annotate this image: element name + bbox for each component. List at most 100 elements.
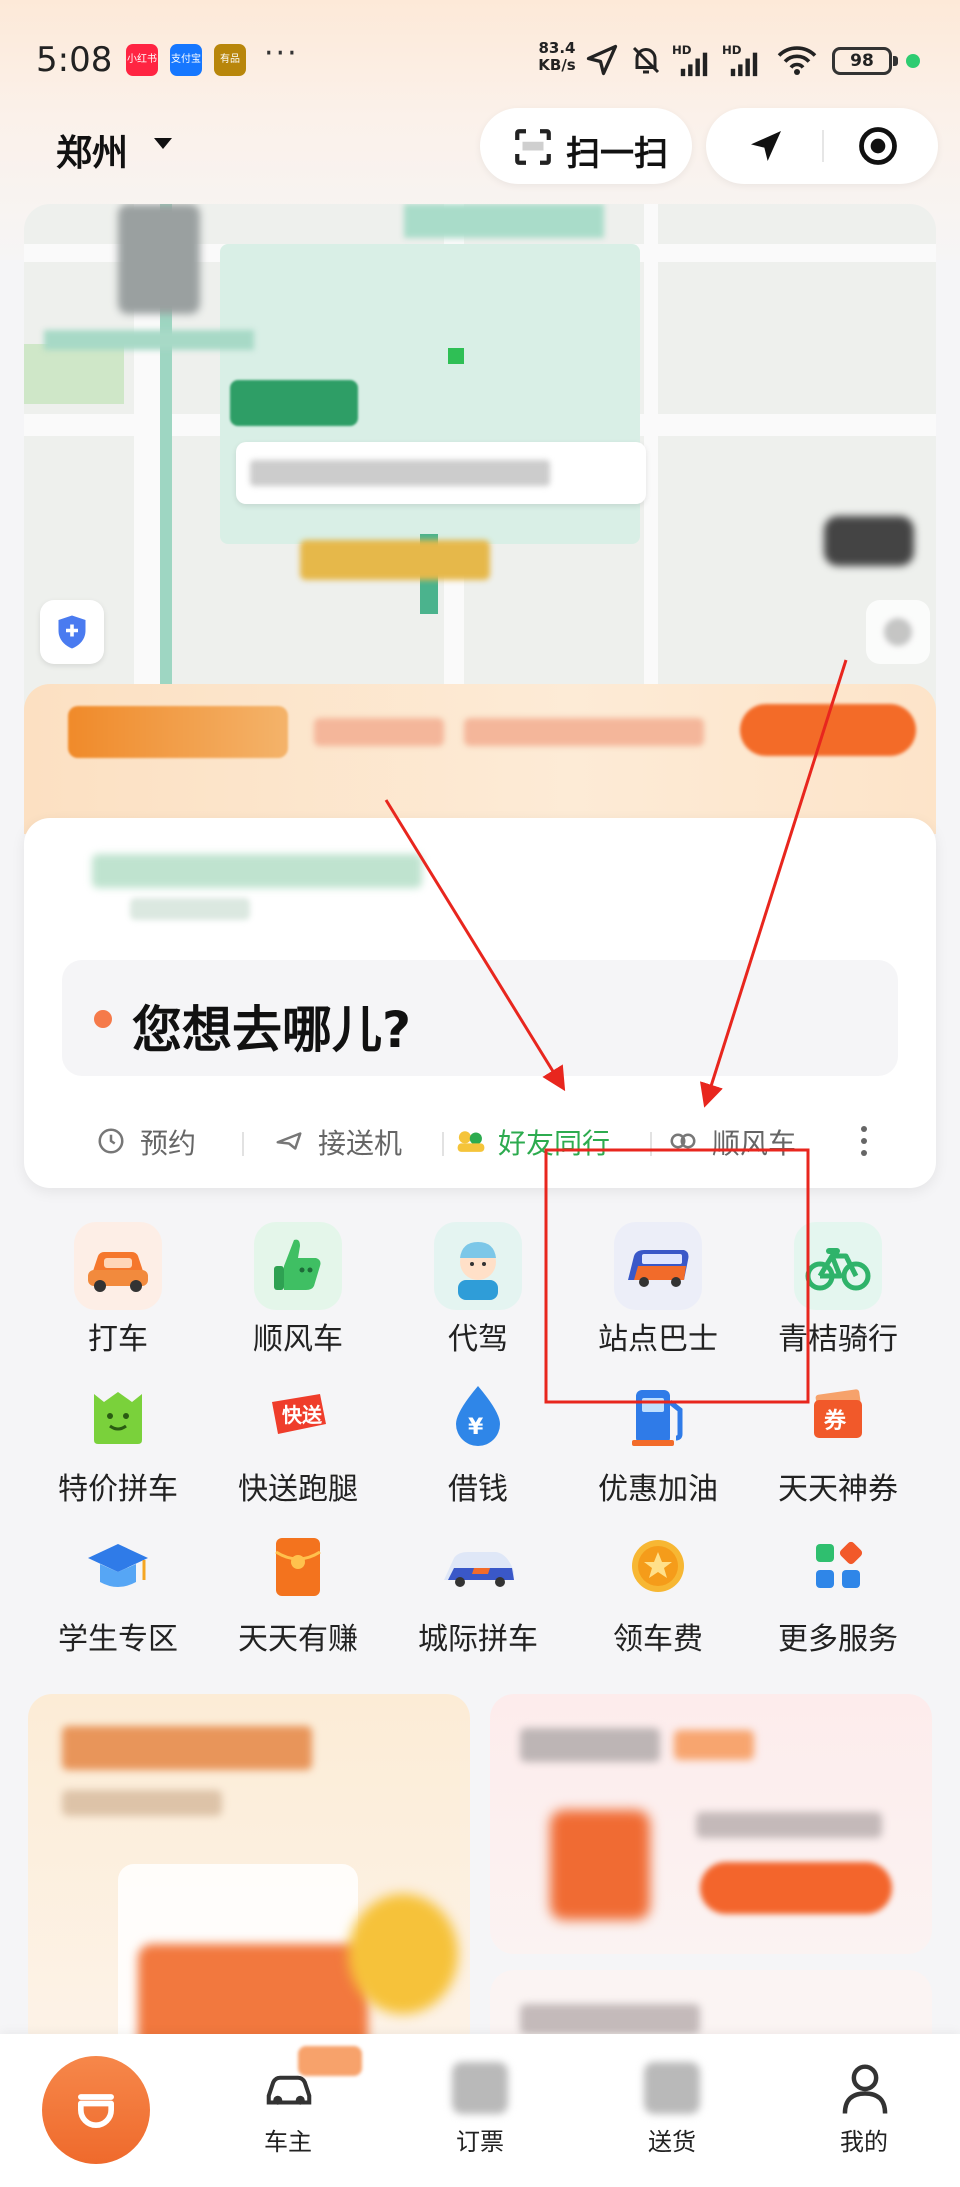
service-claim-fare[interactable]: 领车费 bbox=[568, 1522, 748, 1662]
signal-hd-icon: HD bbox=[672, 43, 708, 77]
promo-card-left[interactable] bbox=[28, 1694, 470, 2054]
divider bbox=[242, 1132, 244, 1156]
target-icon[interactable] bbox=[856, 124, 900, 168]
didi-logo-blur bbox=[68, 706, 288, 758]
service-label: 青桔骑行 bbox=[778, 1322, 898, 1357]
status-bar: 5:08 小红书 支付宝 有品 ··· 83.4 KB/s HD HD 98 bbox=[0, 30, 960, 90]
star-coin-icon bbox=[614, 1522, 702, 1610]
didi-home-icon[interactable] bbox=[42, 2056, 150, 2164]
tab-car-owner[interactable]: 车主 bbox=[218, 2056, 358, 2176]
header-actions bbox=[706, 108, 938, 184]
service-label: 学生专区 bbox=[58, 1622, 178, 1657]
alipay-badge-icon: 支付宝 bbox=[170, 44, 202, 76]
destination-dot-icon bbox=[94, 1010, 112, 1028]
service-label: 优惠加油 bbox=[598, 1472, 718, 1507]
service-label: 打车 bbox=[88, 1322, 148, 1357]
mute-bell-icon bbox=[632, 46, 660, 74]
pickup-marker[interactable] bbox=[230, 380, 358, 426]
map-view[interactable] bbox=[24, 204, 936, 724]
service-label: 代驾 bbox=[448, 1322, 508, 1357]
signal-hd-icon: HD bbox=[722, 43, 758, 77]
destination-search[interactable]: 您想去哪儿? bbox=[62, 960, 898, 1076]
pickup-sub-blur bbox=[130, 898, 250, 920]
service-express-delivery[interactable]: 快送 快送跑腿 bbox=[208, 1372, 388, 1512]
tab-me[interactable]: 我的 bbox=[794, 2056, 934, 2176]
promo-banner[interactable] bbox=[24, 684, 936, 834]
car-owner-icon bbox=[266, 2075, 312, 2105]
safety-button[interactable] bbox=[40, 600, 104, 664]
promo-text-blur bbox=[314, 718, 444, 746]
city-selector[interactable]: 郑州 bbox=[56, 124, 128, 176]
bicycle-icon bbox=[794, 1222, 882, 1310]
scan-label: 扫一扫 bbox=[566, 134, 668, 174]
map-road bbox=[644, 204, 658, 724]
option-label: 顺风车 bbox=[712, 1127, 797, 1160]
svg-text:HD: HD bbox=[672, 43, 692, 57]
card-sub-blur bbox=[62, 1790, 222, 1816]
thumbs-up-icon bbox=[254, 1222, 342, 1310]
card-title-blur bbox=[520, 1728, 660, 1762]
tab-delivery[interactable]: 送货 bbox=[602, 2056, 742, 2176]
fuel-pump-icon bbox=[614, 1372, 702, 1460]
service-label: 更多服务 bbox=[778, 1622, 898, 1657]
layer-icon bbox=[884, 618, 912, 646]
pickup-location-blur[interactable] bbox=[92, 854, 422, 888]
tab-label: 车主 bbox=[264, 2128, 312, 2156]
promo-claim-button[interactable] bbox=[740, 704, 916, 756]
service-label: 借钱 bbox=[448, 1472, 508, 1507]
divider bbox=[442, 1132, 444, 1156]
address-blur bbox=[250, 460, 550, 486]
destination-card: 您想去哪儿? 预约 接送机 好友同行 顺风车 bbox=[24, 818, 936, 1188]
card-button-blur[interactable] bbox=[700, 1862, 892, 1914]
promo-card-right[interactable] bbox=[490, 1694, 932, 1954]
status-more-dots: ··· bbox=[264, 36, 299, 71]
more-options-icon[interactable] bbox=[860, 1126, 868, 1162]
coupon-icon: 券 bbox=[794, 1372, 882, 1460]
bus-icon bbox=[614, 1222, 702, 1310]
divider bbox=[822, 130, 824, 162]
map-label-blur bbox=[44, 330, 254, 350]
youpin-badge-icon: 有品 bbox=[214, 44, 246, 76]
option-label: 好友同行 bbox=[498, 1127, 611, 1160]
service-loan[interactable]: ¥ 借钱 bbox=[388, 1372, 568, 1512]
scan-button[interactable]: 扫一扫 bbox=[480, 108, 692, 184]
map-poi-blur bbox=[300, 540, 490, 580]
service-fuel[interactable]: 优惠加油 bbox=[568, 1372, 748, 1512]
card-tag-blur bbox=[674, 1730, 754, 1760]
service-bike[interactable]: 青桔骑行 bbox=[748, 1222, 928, 1362]
map-car-icon bbox=[118, 204, 200, 314]
svg-text:HD: HD bbox=[722, 43, 742, 57]
truck-icon bbox=[644, 2062, 700, 2114]
svg-text:快送: 快送 bbox=[282, 1403, 323, 1427]
tab-tickets[interactable]: 订票 bbox=[410, 2056, 550, 2176]
divider bbox=[650, 1132, 652, 1156]
taxi-car-icon bbox=[74, 1222, 162, 1310]
service-student[interactable]: 学生专区 bbox=[28, 1522, 208, 1662]
caret-down-icon[interactable] bbox=[154, 138, 172, 149]
map-layer-button[interactable] bbox=[866, 600, 930, 664]
service-label: 特价拼车 bbox=[58, 1472, 178, 1507]
navigation-arrow-icon[interactable] bbox=[746, 126, 786, 166]
status-time: 5:08 bbox=[36, 40, 113, 80]
map-park bbox=[24, 344, 124, 404]
xiaohongshu-badge-icon: 小红书 bbox=[126, 44, 158, 76]
service-more[interactable]: 更多服务 bbox=[748, 1522, 928, 1662]
grid-more-icon bbox=[794, 1522, 882, 1610]
pickup-address-bubble[interactable] bbox=[236, 442, 646, 504]
card-image-blur bbox=[550, 1810, 650, 1920]
service-designated-driver[interactable]: 代驾 bbox=[388, 1222, 568, 1362]
ride-options-row: 预约 接送机 好友同行 顺风车 bbox=[24, 1114, 936, 1170]
service-taxi[interactable]: 打车 bbox=[28, 1222, 208, 1362]
intercity-car-icon bbox=[434, 1522, 522, 1610]
service-daily-earn[interactable]: 天天有赚 bbox=[208, 1522, 388, 1662]
charging-dot bbox=[906, 54, 920, 68]
service-discount-carpool[interactable]: 特价拼车 bbox=[28, 1372, 208, 1512]
service-coupons[interactable]: 券 天天神券 bbox=[748, 1372, 928, 1512]
red-envelope-icon bbox=[254, 1522, 342, 1610]
hitch-icon bbox=[670, 1133, 696, 1149]
service-hitch[interactable]: 顺风车 bbox=[208, 1222, 388, 1362]
service-intercity[interactable]: 城际拼车 bbox=[388, 1522, 568, 1662]
service-station-bus[interactable]: 站点巴士 bbox=[568, 1222, 748, 1362]
svg-text:券: 券 bbox=[823, 1408, 847, 1434]
service-label: 快送跑腿 bbox=[238, 1472, 358, 1507]
